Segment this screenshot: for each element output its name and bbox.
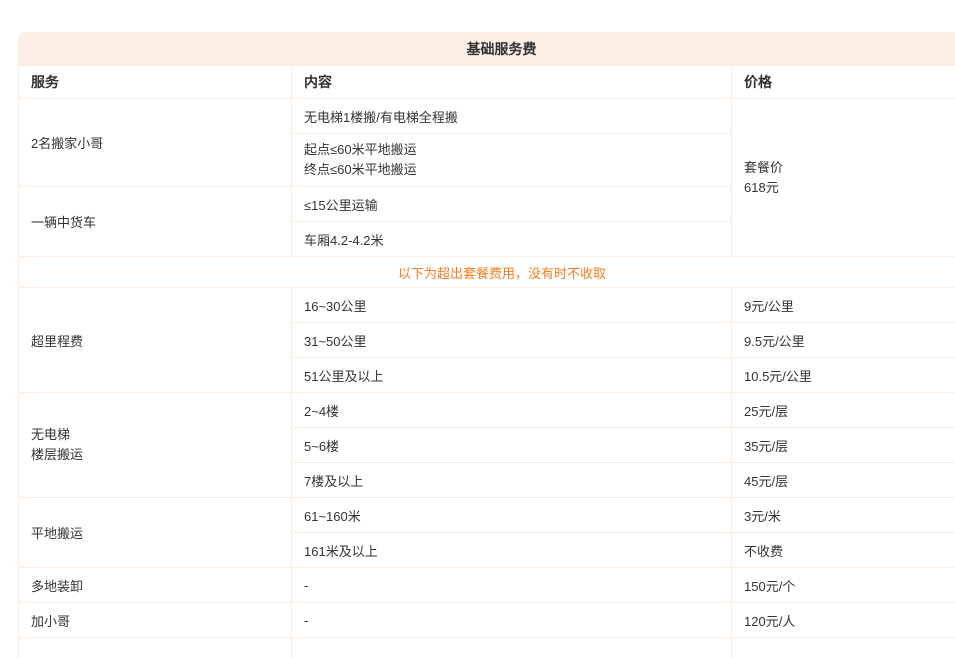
extra-fee-note-row: 以下为超出套餐费用，没有时不收取	[19, 257, 955, 288]
price-cell: 10.5元/公里	[732, 358, 955, 393]
fee-table: 服务 内容 价格 2名搬家小哥 无电梯1楼搬/有电梯全程搬 套餐价 618元 起…	[18, 65, 955, 658]
table-row: 多地装卸 - 150元/个	[19, 568, 955, 603]
price-cell: 35元/层	[732, 428, 955, 463]
content-cell: 7楼及以上	[292, 463, 732, 498]
service-cell	[19, 638, 292, 658]
price-cell: 120元/人	[732, 603, 955, 638]
content-cell: 2~4楼	[292, 393, 732, 428]
price-cell: 不收费	[732, 533, 955, 568]
price-cell: 3元/米	[732, 498, 955, 533]
price-cell: 9元/公里	[732, 288, 955, 323]
content-cell: 起点≤60米平地搬运 终点≤60米平地搬运	[292, 134, 732, 187]
price-cell: 150元/个	[732, 568, 955, 603]
extra-fee-note: 以下为超出套餐费用，没有时不收取	[19, 257, 955, 288]
content-cell: ≤15公里运输	[292, 187, 732, 222]
content-cell: -	[292, 603, 732, 638]
price-cell: 25元/层	[732, 393, 955, 428]
price-cell	[732, 638, 955, 658]
table-row: 超里程费 16~30公里 9元/公里	[19, 288, 955, 323]
content-cell: 16~30公里	[292, 288, 732, 323]
table-row: 无电梯 楼层搬运 2~4楼 25元/层	[19, 393, 955, 428]
service-cell-stairs: 无电梯 楼层搬运	[19, 393, 292, 498]
service-cell-extra-mover: 加小哥	[19, 603, 292, 638]
col-header-service: 服务	[19, 66, 292, 99]
base-service-fee-card: 基础服务费 服务 内容 价格 2名搬家小哥 无电梯1楼搬/有电梯全程搬 套餐价 …	[18, 32, 955, 658]
content-cell: 5~6楼	[292, 428, 732, 463]
content-cell: -	[292, 568, 732, 603]
content-cell: 31~50公里	[292, 323, 732, 358]
content-cell: 无电梯1楼搬/有电梯全程搬	[292, 99, 732, 134]
service-cell-multi-stop: 多地装卸	[19, 568, 292, 603]
table-row: 2名搬家小哥 无电梯1楼搬/有电梯全程搬 套餐价 618元	[19, 99, 955, 134]
service-cell-mileage: 超里程费	[19, 288, 292, 393]
content-cell: 161米及以上	[292, 533, 732, 568]
service-cell-movers: 2名搬家小哥	[19, 99, 292, 187]
service-cell-flat-carry: 平地搬运	[19, 498, 292, 568]
content-cell: 51公里及以上	[292, 358, 732, 393]
card-title-band: 基础服务费	[18, 32, 955, 65]
col-header-content: 内容	[292, 66, 732, 99]
price-cell: 9.5元/公里	[732, 323, 955, 358]
table-row: 平地搬运 61~160米 3元/米	[19, 498, 955, 533]
price-cell: 45元/层	[732, 463, 955, 498]
service-cell-truck: 一辆中货车	[19, 187, 292, 257]
table-row: 加小哥 - 120元/人	[19, 603, 955, 638]
col-header-price: 价格	[732, 66, 955, 99]
content-cell: 车厢4.2-4.2米	[292, 222, 732, 257]
table-row-cutoff	[19, 638, 955, 658]
header-row: 服务 内容 价格	[19, 66, 955, 99]
package-price-cell: 套餐价 618元	[732, 99, 955, 257]
card-title: 基础服务费	[467, 39, 537, 59]
content-cell	[292, 638, 732, 658]
content-cell: 61~160米	[292, 498, 732, 533]
